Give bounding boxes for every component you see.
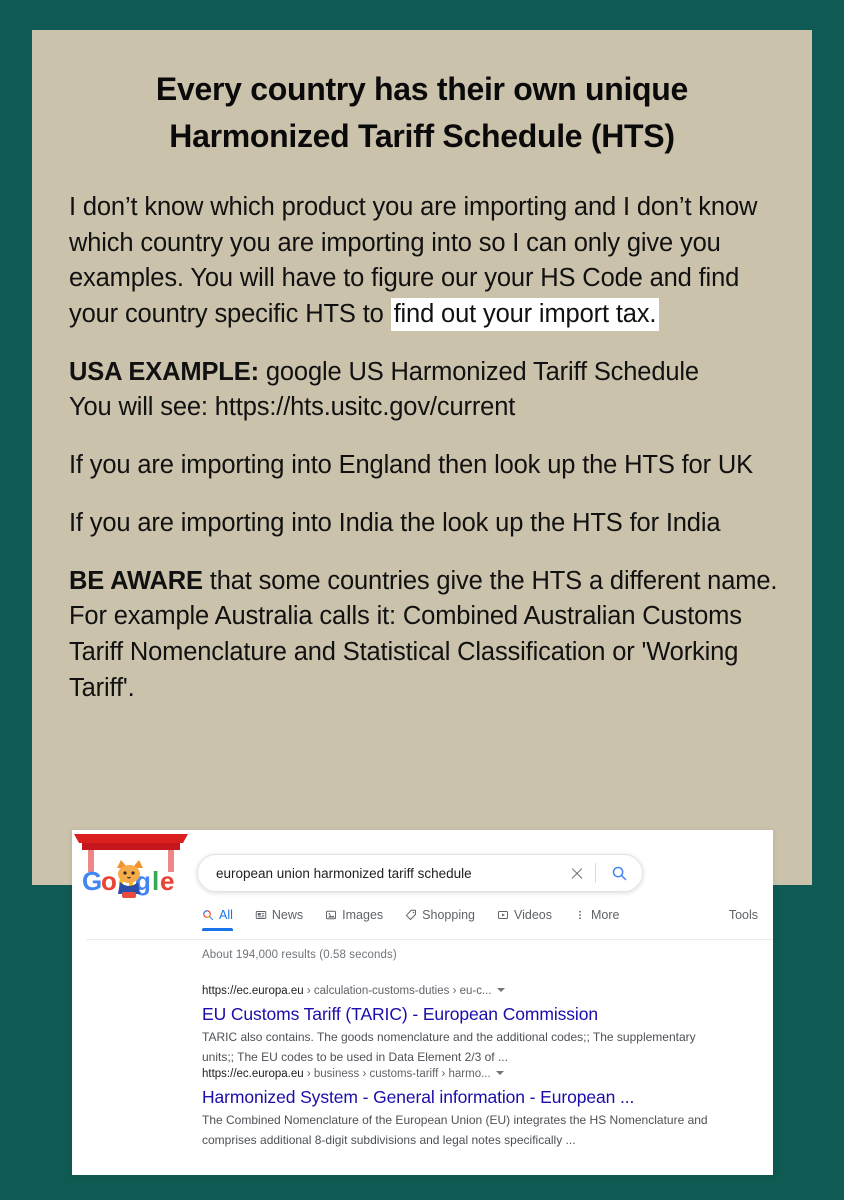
svg-text:G: G (82, 866, 102, 896)
paragraph-intro: I don’t know which product you are impor… (69, 190, 781, 333)
tools-button[interactable]: Tools (729, 908, 758, 931)
image-icon (325, 909, 337, 921)
result-snippet: TARIC also contains. The goods nomenclat… (202, 1030, 696, 1064)
tab-shopping-label: Shopping (422, 908, 475, 922)
body-copy: I don’t know which product you are impor… (69, 190, 781, 706)
google-doodle-torii-cat-icon[interactable]: G o o g l e (72, 830, 190, 916)
tab-all[interactable]: All (202, 908, 233, 931)
result-breadcrumb: › calculation-customs-duties › eu-c... (303, 985, 492, 997)
paragraph-england: If you are importing into England then l… (69, 451, 753, 480)
paragraph-india: If you are importing into India the look… (69, 508, 721, 537)
more-vertical-icon (574, 909, 586, 921)
usa-example-label: USA EXAMPLE: (69, 357, 259, 386)
tag-icon (405, 909, 417, 921)
result-breadcrumb: › business › customs-tariff › harmo... (303, 1068, 491, 1080)
result-url[interactable]: https://ec.europa.eu › business › custom… (202, 1067, 732, 1083)
page-title-line-2: Harmonized Tariff Schedule (HTS) (169, 118, 675, 155)
search-result[interactable]: https://ec.europa.eu › calculation-custo… (202, 984, 732, 1067)
google-search-screenshot: G o o g l e (72, 830, 773, 1175)
chevron-down-icon[interactable] (496, 988, 505, 993)
page-title: Every country has their own unique Harmo… (72, 66, 772, 161)
result-snippet: The Combined Nomenclature of the Europea… (202, 1113, 708, 1147)
tab-more-label: More (591, 908, 620, 922)
svg-text:l: l (152, 866, 159, 896)
tab-images-label: Images (342, 908, 384, 922)
search-icon (202, 909, 214, 921)
search-result[interactable]: https://ec.europa.eu › business › custom… (202, 1067, 732, 1150)
search-bar[interactable]: european union harmonized tariff schedul… (197, 854, 643, 892)
svg-text:o: o (101, 866, 117, 896)
content-panel: Every country has their own unique Harmo… (32, 30, 812, 885)
search-divider (595, 863, 596, 883)
search-icon[interactable] (606, 860, 632, 886)
tabs-divider (86, 939, 773, 940)
tab-news-label: News (271, 908, 304, 922)
paragraph-usa-example: USA EXAMPLE: google US Harmonized Tariff… (69, 355, 781, 426)
chevron-down-icon[interactable] (495, 1071, 504, 1076)
usa-example-url-line: You will see: https://hts.usitc.gov/curr… (69, 393, 516, 422)
result-title-link[interactable]: EU Customs Tariff (TARIC) - European Com… (202, 1003, 732, 1026)
result-domain: https://ec.europa.eu (202, 985, 304, 997)
search-input[interactable]: european union harmonized tariff schedul… (198, 866, 565, 881)
search-tabs[interactable]: All News Images Shopping Videos More Too… (202, 908, 758, 940)
tab-shopping[interactable]: Shopping (405, 908, 475, 931)
tab-videos[interactable]: Videos (497, 908, 552, 931)
be-aware-label: BE AWARE (69, 566, 203, 595)
news-icon (255, 909, 267, 921)
close-icon[interactable] (565, 861, 589, 885)
page-title-line-1: Every country has their own unique (155, 71, 689, 107)
video-icon (497, 909, 509, 921)
result-url[interactable]: https://ec.europa.eu › calculation-custo… (202, 984, 732, 1000)
paragraph-be-aware: BE AWARE that some countries give the HT… (69, 564, 781, 707)
highlighted-phrase: find out your import tax. (390, 298, 660, 332)
tab-images[interactable]: Images (325, 908, 383, 931)
usa-example-text: google US Harmonized Tariff Schedule (258, 357, 699, 386)
result-domain: https://ec.europa.eu (202, 1068, 304, 1080)
tab-videos-label: Videos (514, 908, 552, 922)
svg-text:e: e (160, 866, 174, 896)
tab-more[interactable]: More (574, 908, 619, 931)
result-stats: About 194,000 results (0.58 seconds) (202, 949, 397, 961)
result-title-link[interactable]: Harmonized System - General information … (202, 1086, 732, 1109)
tab-news[interactable]: News (255, 908, 303, 931)
tab-all-label: All (219, 908, 233, 922)
slide-background: Every country has their own unique Harmo… (0, 0, 844, 1200)
